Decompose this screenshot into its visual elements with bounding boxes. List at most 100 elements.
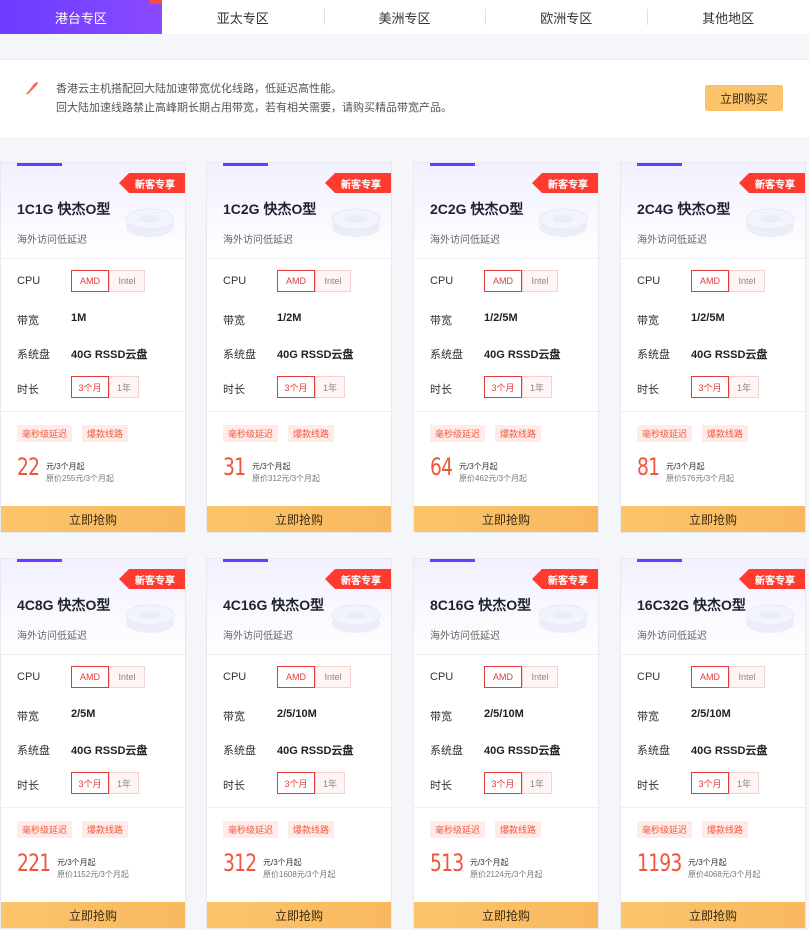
product-title: 1C1G 快杰O型 xyxy=(17,201,111,217)
original-price: 原价1152元/3个月起 xyxy=(57,870,129,879)
tab-americas[interactable]: 美洲专区 xyxy=(323,0,486,34)
cpu-option-intel[interactable]: Intel xyxy=(729,666,765,688)
divider xyxy=(621,411,805,412)
product-card: 新客专享 2C4G 快杰O型 海外访问低延迟 CPU AMD Intel 带宽 … xyxy=(620,162,806,533)
duration-option-1-year[interactable]: 1年 xyxy=(522,772,552,794)
cpu-option-intel[interactable]: Intel xyxy=(315,666,351,688)
disk-label: 系统盘 xyxy=(430,349,463,361)
original-price: 原价312元/3个月起 xyxy=(252,474,321,483)
disk-value: 40G RSSD云盘 xyxy=(691,745,768,757)
tab-asia-pacific[interactable]: 亚太专区 xyxy=(162,0,324,34)
duration-option-1-year[interactable]: 1年 xyxy=(315,376,345,398)
duration-option-1-year[interactable]: 1年 xyxy=(315,772,345,794)
low-latency-tag: 毫秒级延迟 xyxy=(637,821,693,838)
accent-bar xyxy=(17,559,62,562)
duration-selector: 3个月 1年 xyxy=(71,376,139,398)
bandwidth-value: 1M xyxy=(71,312,87,324)
bandwidth-label: 带宽 xyxy=(637,711,659,723)
duration-option-3-months[interactable]: 3个月 xyxy=(691,376,729,398)
duration-option-1-year[interactable]: 1年 xyxy=(109,772,139,794)
disk-value: 40G RSSD云盘 xyxy=(691,349,768,361)
product-card: 新客专享 4C16G 快杰O型 海外访问低延迟 CPU AMD Intel 带宽… xyxy=(206,558,392,929)
duration-option-1-year[interactable]: 1年 xyxy=(109,376,139,398)
cpu-option-amd[interactable]: AMD xyxy=(484,270,522,292)
tab-europe[interactable]: 欧洲专区 xyxy=(485,0,647,34)
disk-value: 40G RSSD云盘 xyxy=(71,349,148,361)
cpu-option-intel[interactable]: Intel xyxy=(522,666,558,688)
duration-option-1-year[interactable]: 1年 xyxy=(729,376,759,398)
price-value: 513 xyxy=(430,849,464,877)
new-customer-badge: 新客专享 xyxy=(739,173,805,193)
cpu-option-amd[interactable]: AMD xyxy=(691,270,729,292)
cpu-option-amd[interactable]: AMD xyxy=(277,666,315,688)
product-subtitle: 海外访问低延迟 xyxy=(430,235,500,246)
price-unit: 元/3个月起 xyxy=(666,462,705,471)
cpu-option-intel[interactable]: Intel xyxy=(109,666,145,688)
product-card: 新客专享 1C2G 快杰O型 海外访问低延迟 CPU AMD Intel 带宽 … xyxy=(206,162,392,533)
buy-now-card-button[interactable]: 立即抢购 xyxy=(207,506,391,532)
bandwidth-label: 带宽 xyxy=(17,711,39,723)
cpu-label: CPU xyxy=(17,275,41,287)
buy-now-card-button[interactable]: 立即抢购 xyxy=(621,506,805,532)
cpu-selector: AMD Intel xyxy=(277,270,351,292)
price-value: 312 xyxy=(223,849,257,877)
cpu-label: CPU xyxy=(223,671,247,683)
accent-bar xyxy=(430,163,475,166)
duration-label: 时长 xyxy=(430,780,452,792)
disk-label: 系统盘 xyxy=(223,745,256,757)
cloud-disk-icon xyxy=(538,604,588,633)
bandwidth-label: 带宽 xyxy=(637,315,659,327)
duration-option-3-months[interactable]: 3个月 xyxy=(484,772,522,794)
duration-option-3-months[interactable]: 3个月 xyxy=(277,772,315,794)
duration-option-3-months[interactable]: 3个月 xyxy=(71,376,109,398)
duration-option-1-year[interactable]: 1年 xyxy=(729,772,759,794)
disk-value: 40G RSSD云盘 xyxy=(71,745,148,757)
cpu-option-amd[interactable]: AMD xyxy=(691,666,729,688)
bandwidth-value: 2/5/10M xyxy=(484,708,524,720)
original-price: 原价1608元/3个月起 xyxy=(263,870,336,879)
buy-now-card-button[interactable]: 立即抢购 xyxy=(414,902,598,928)
product-subtitle: 海外访问低延迟 xyxy=(430,631,500,642)
duration-option-3-months[interactable]: 3个月 xyxy=(691,772,729,794)
card-header: 新客专享 1C2G 快杰O型 海外访问低延迟 xyxy=(207,163,391,259)
product-subtitle: 海外访问低延迟 xyxy=(17,631,87,642)
duration-option-3-months[interactable]: 3个月 xyxy=(71,772,109,794)
cpu-label: CPU xyxy=(637,275,661,287)
duration-option-3-months[interactable]: 3个月 xyxy=(484,376,522,398)
cpu-option-intel[interactable]: Intel xyxy=(109,270,145,292)
tab-other-regions[interactable]: 其他地区 xyxy=(647,0,809,34)
bandwidth-label: 带宽 xyxy=(17,315,39,327)
buy-now-card-button[interactable]: 立即抢购 xyxy=(621,902,805,928)
divider xyxy=(621,807,805,808)
new-customer-badge: 新客专享 xyxy=(532,173,598,193)
cpu-option-amd[interactable]: AMD xyxy=(484,666,522,688)
tab-hk-tw[interactable]: 港台专区 xyxy=(0,0,162,34)
buy-now-card-button[interactable]: 立即抢购 xyxy=(207,902,391,928)
cpu-option-intel[interactable]: Intel xyxy=(522,270,558,292)
price-unit: 元/3个月起 xyxy=(46,462,85,471)
low-latency-tag: 毫秒级延迟 xyxy=(430,425,486,442)
cpu-option-amd[interactable]: AMD xyxy=(71,270,109,292)
cpu-option-amd[interactable]: AMD xyxy=(277,270,315,292)
buy-now-card-button[interactable]: 立即抢购 xyxy=(414,506,598,532)
bandwidth-value: 1/2/5M xyxy=(691,312,725,324)
buy-now-button[interactable]: 立即购买 xyxy=(705,85,783,111)
cpu-option-amd[interactable]: AMD xyxy=(71,666,109,688)
disk-label: 系统盘 xyxy=(17,745,50,757)
cpu-option-intel[interactable]: Intel xyxy=(729,270,765,292)
product-title: 1C2G 快杰O型 xyxy=(223,201,317,217)
cloud-disk-icon xyxy=(538,208,588,237)
buy-now-card-button[interactable]: 立即抢购 xyxy=(1,902,185,928)
cpu-selector: AMD Intel xyxy=(691,666,765,688)
duration-option-3-months[interactable]: 3个月 xyxy=(277,376,315,398)
product-title: 2C2G 快杰O型 xyxy=(430,201,524,217)
duration-option-1-year[interactable]: 1年 xyxy=(522,376,552,398)
cpu-option-intel[interactable]: Intel xyxy=(315,270,351,292)
price-value: 221 xyxy=(17,849,51,877)
duration-label: 时长 xyxy=(223,780,245,792)
low-latency-tag: 毫秒级延迟 xyxy=(637,425,693,442)
price-value: 64 xyxy=(430,453,453,481)
cpu-label: CPU xyxy=(430,275,454,287)
buy-now-card-button[interactable]: 立即抢购 xyxy=(1,506,185,532)
price-unit: 元/3个月起 xyxy=(688,858,727,867)
